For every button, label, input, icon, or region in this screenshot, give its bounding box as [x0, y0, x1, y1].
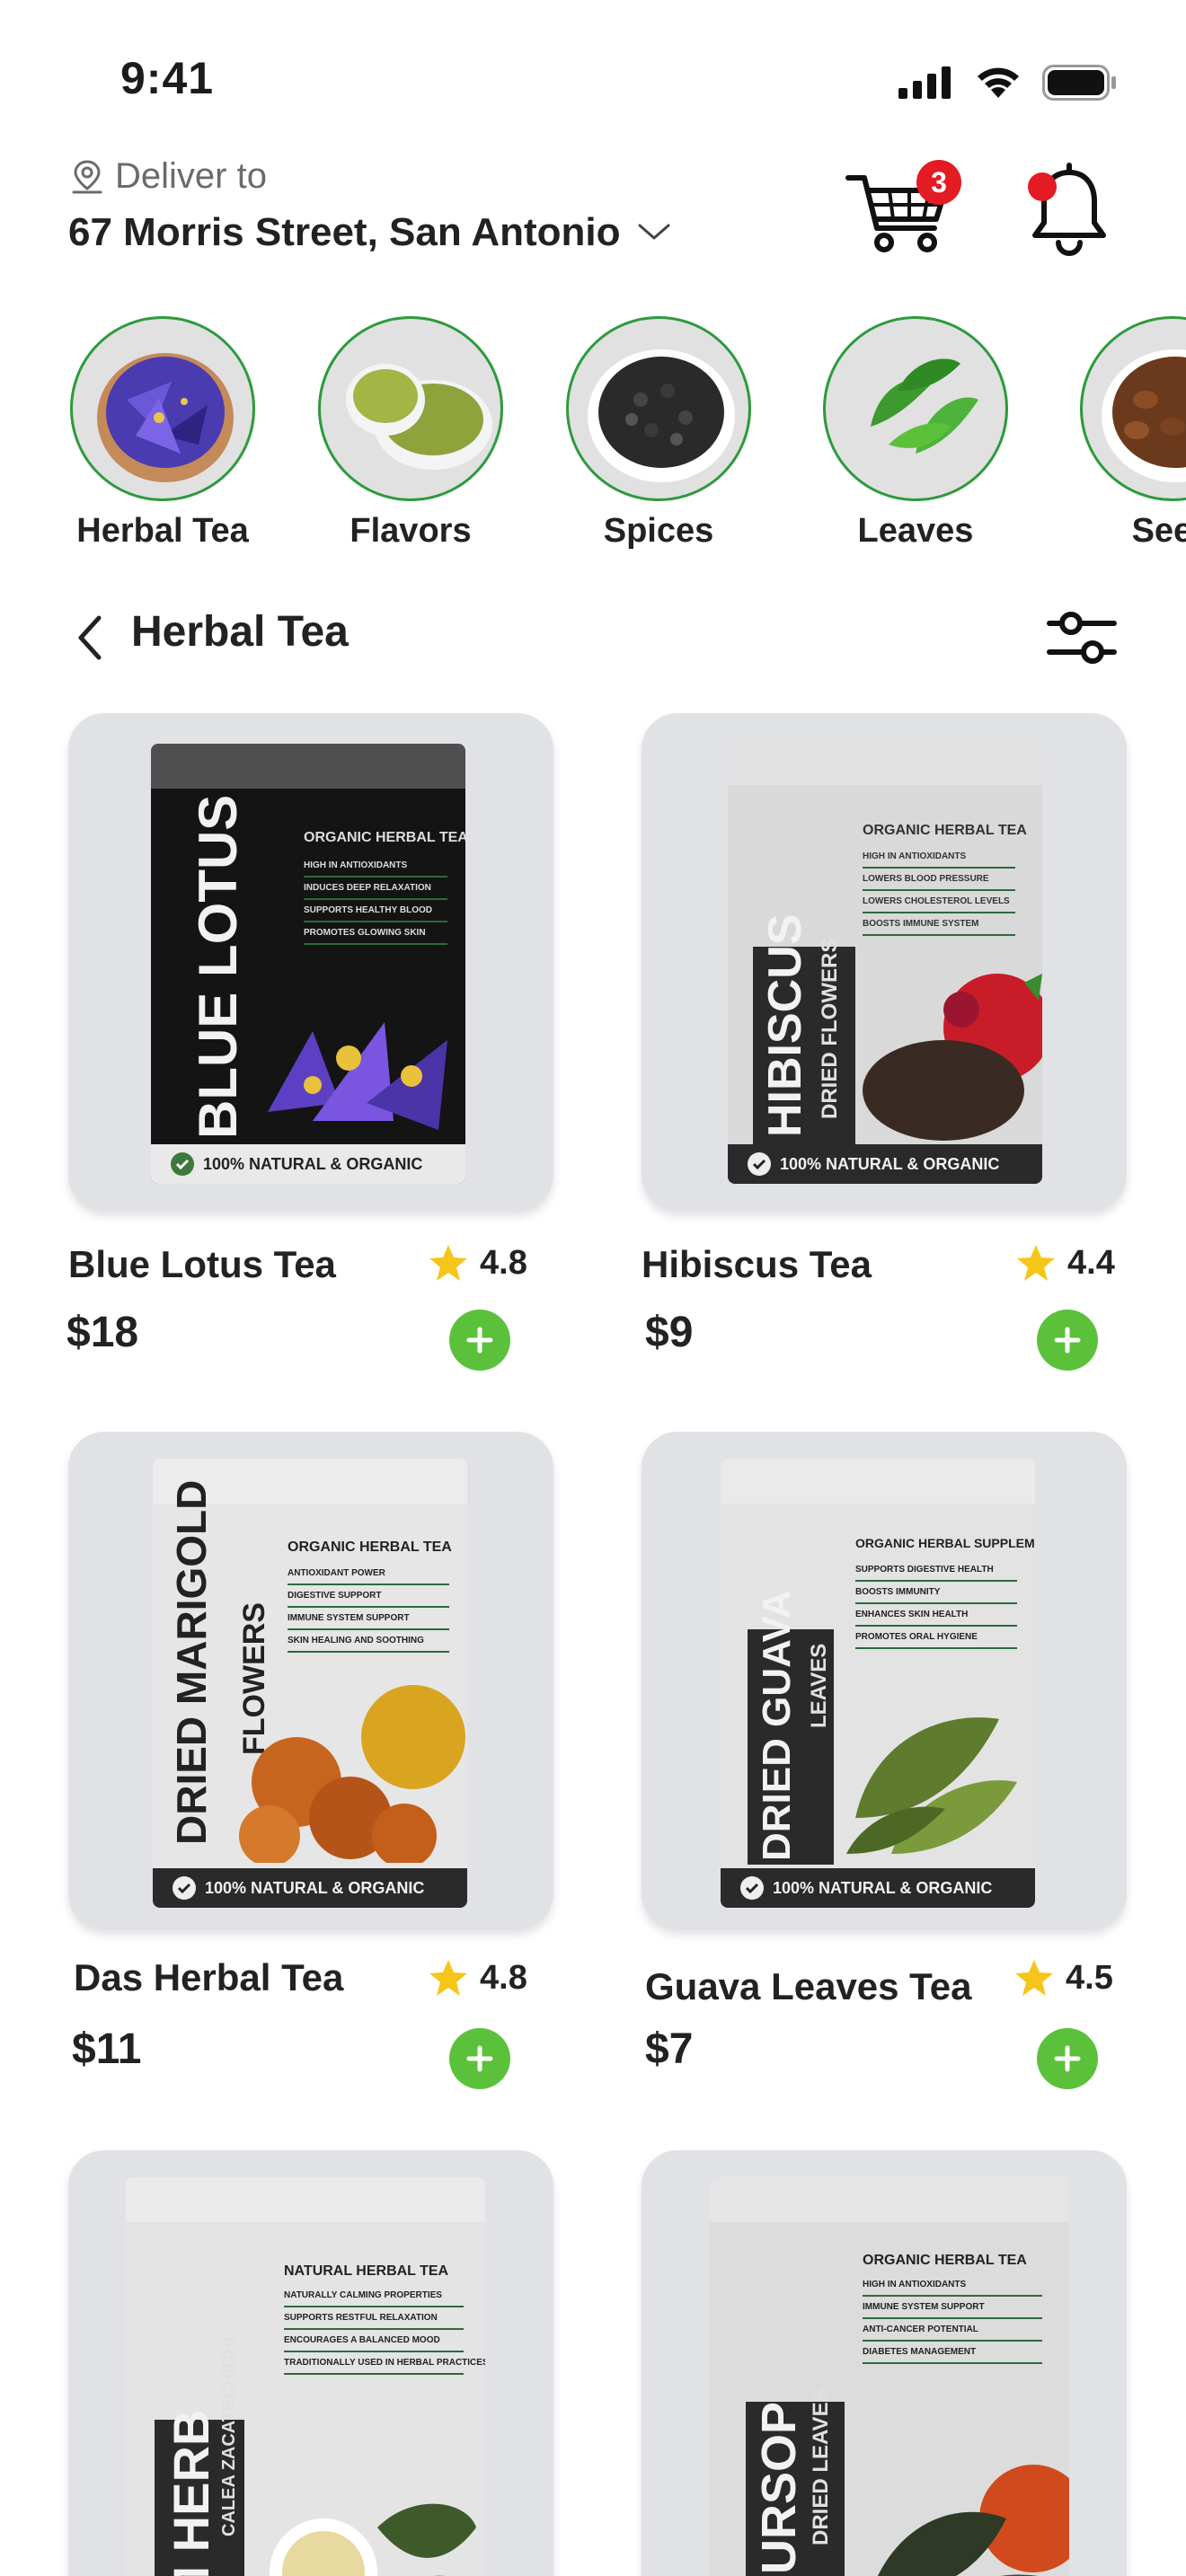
deliver-to-label: Deliver to: [115, 156, 267, 196]
add-to-cart-button[interactable]: [449, 1310, 510, 1371]
plus-icon: [466, 1327, 493, 1354]
product-card[interactable]: SOURSOP DRIED LEAVES ORGANIC HERBAL TEA …: [642, 2150, 1127, 2576]
category-scroller[interactable]: Herbal Tea Flavors Spices Leaves See: [68, 316, 1186, 559]
product-rating: 4.8: [428, 1243, 527, 1283]
product-name: Das Herbal Tea: [74, 1956, 344, 1998]
section-header: Herbal Tea: [68, 602, 1118, 674]
product-name: Blue Lotus Tea: [68, 1243, 336, 1285]
plus-icon: [466, 2045, 493, 2072]
product-image: BLUE LOTUS ORGANIC HERBAL TEA HIGH IN AN…: [68, 713, 553, 1211]
add-to-cart-button[interactable]: [1037, 2028, 1098, 2089]
location-pin-icon: [72, 159, 102, 193]
deliver-to-row: Deliver to: [68, 156, 267, 197]
plus-icon: [1054, 2045, 1081, 2072]
product-card[interactable]: BLUE LOTUS ORGANIC HERBAL TEA HIGH IN AN…: [66, 713, 553, 1371]
star-icon: [1017, 1245, 1055, 1281]
product-image: HIBISCUS DRIED FLOWERS ORGANIC HERBAL TE…: [642, 713, 1127, 1211]
wifi-icon: [978, 67, 1019, 98]
package: SOURSOP DRIED LEAVES ORGANIC HERBAL TEA …: [710, 2177, 1069, 2576]
category-image: [823, 316, 1008, 501]
product-card[interactable]: DRIED MARIGOLD FLOWERS ORGANIC HERBAL TE…: [68, 1432, 553, 2089]
add-to-cart-button[interactable]: [1037, 1310, 1098, 1371]
product-image: DRIED GUAVA LEAVES ORGANIC HERBAL SUPPLE…: [642, 1432, 1127, 1929]
category-image: [318, 316, 503, 501]
category-seed[interactable]: Seed: [1078, 316, 1186, 551]
product-price: $7: [645, 2025, 694, 2073]
chevron-down-icon: [638, 224, 670, 240]
product-name: Guava Leaves Tea: [645, 1965, 972, 2007]
package: HIBISCUS DRIED FLOWERS ORGANIC HERBAL TE…: [728, 740, 1042, 1184]
notification-dot: [1028, 172, 1057, 201]
product-rating: 4.8: [428, 1958, 527, 1998]
package: DRIED MARIGOLD FLOWERS ORGANIC HERBAL TE…: [153, 1459, 467, 1908]
chevron-left-icon: [78, 615, 102, 660]
product-image: SOURSOP DRIED LEAVES ORGANIC HERBAL TEA …: [642, 2150, 1127, 2576]
category-flavors[interactable]: Flavors: [316, 316, 505, 551]
category-image: [566, 316, 751, 501]
leaf-seal-icon: [171, 1152, 194, 1176]
category-label: Leaves: [857, 512, 974, 550]
category-spices[interactable]: Spices: [564, 316, 753, 551]
status-icons: [898, 65, 1118, 101]
package: DRIED GUAVA LEAVES ORGANIC HERBAL SUPPLE…: [721, 1459, 1035, 1908]
category-label: Herbal Tea: [76, 512, 249, 550]
product-rating: 4.5: [1013, 1958, 1113, 1998]
category-label: Flavors: [350, 512, 472, 550]
status-bar: 9:41: [0, 0, 1186, 153]
category-label: Spices: [603, 512, 714, 550]
product-name: Hibiscus Tea: [642, 1243, 872, 1285]
cart-count-badge: 3: [916, 160, 961, 205]
product-card[interactable]: DRIED GUAVA LEAVES ORGANIC HERBAL SUPPLE…: [642, 1432, 1127, 2089]
back-button[interactable]: [68, 613, 113, 663]
leaf-seal-icon: [740, 1876, 764, 1900]
add-to-cart-button[interactable]: [449, 2028, 510, 2089]
product-card[interactable]: HIBISCUS DRIED FLOWERS ORGANIC HERBAL TE…: [642, 713, 1127, 1371]
filter-sliders-icon: [1047, 612, 1117, 664]
star-icon: [429, 1245, 467, 1281]
product-price: $18: [66, 1309, 139, 1356]
delivery-address: 67 Morris Street, San Antonio: [68, 210, 621, 254]
star-icon: [429, 1960, 467, 1996]
signal-icon: [898, 66, 951, 99]
leaf-seal-icon: [748, 1152, 771, 1176]
category-herbal-tea[interactable]: Herbal Tea: [68, 316, 257, 551]
address-selector[interactable]: 67 Morris Street, San Antonio: [68, 210, 672, 255]
category-leaves[interactable]: Leaves: [821, 316, 1010, 551]
product-price: $11: [72, 2025, 142, 2073]
filter-button[interactable]: [1046, 602, 1118, 674]
category-image: [70, 316, 255, 501]
battery-icon: [1042, 65, 1116, 101]
product-rating: 4.4: [1015, 1243, 1115, 1283]
category-label: Seed: [1131, 512, 1186, 550]
package: AM HERB CALEA ZACATECHICHI NATURAL HERBA…: [126, 2177, 485, 2576]
status-time: 9:41: [120, 53, 215, 103]
star-icon: [1015, 1960, 1053, 1996]
leaf-seal-icon: [173, 1876, 196, 1900]
product-image: DRIED MARIGOLD FLOWERS ORGANIC HERBAL TE…: [68, 1432, 553, 1929]
category-image: [1080, 316, 1186, 501]
product-card[interactable]: AM HERB CALEA ZACATECHICHI NATURAL HERBA…: [68, 2150, 553, 2576]
package: BLUE LOTUS ORGANIC HERBAL TEA HIGH IN AN…: [151, 744, 465, 1184]
product-image: AM HERB CALEA ZACATECHICHI NATURAL HERBA…: [68, 2150, 553, 2576]
plus-icon: [1054, 1327, 1081, 1354]
section-title: Herbal Tea: [131, 608, 349, 656]
product-price: $9: [645, 1309, 694, 1356]
